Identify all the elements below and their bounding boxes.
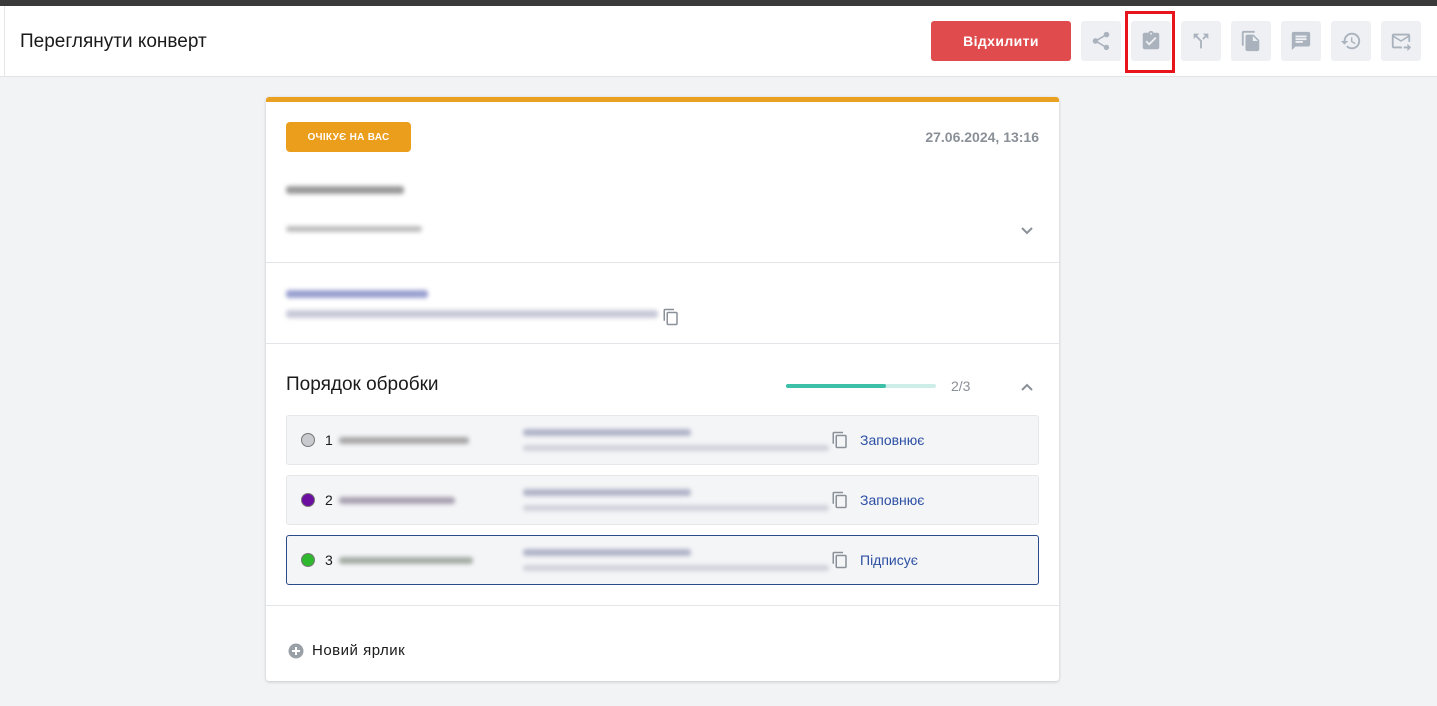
app-header: Переглянути конверт Відхилити xyxy=(0,6,1437,77)
step-role-link[interactable]: Заповнює xyxy=(860,432,924,448)
copy-step-button[interactable] xyxy=(831,551,849,569)
copy-document-button[interactable] xyxy=(1231,21,1271,61)
header-divider xyxy=(4,6,5,76)
redacted-participant xyxy=(339,437,469,444)
share-button[interactable] xyxy=(1081,21,1121,61)
redacted-sender xyxy=(286,186,404,194)
redacted-subtitle xyxy=(286,226,422,232)
step-status-dot xyxy=(301,433,315,447)
step-number: 2 xyxy=(325,492,333,508)
copy-icon xyxy=(663,308,678,326)
forward-email-icon xyxy=(1391,33,1412,52)
new-label-text: Новий ярлик xyxy=(312,642,406,659)
history-button[interactable] xyxy=(1331,21,1371,61)
collapse-workflow-button[interactable] xyxy=(1020,380,1034,394)
share-icon xyxy=(1092,31,1110,51)
step-number: 3 xyxy=(325,552,333,568)
workflow-title: Порядок обробки xyxy=(286,374,439,395)
forward-email-button[interactable] xyxy=(1381,21,1421,61)
copy-id-button[interactable] xyxy=(662,308,680,326)
redacted-email xyxy=(523,549,691,556)
redacted-document-id xyxy=(286,310,658,318)
workflow-progress-text: 2/3 xyxy=(951,378,971,394)
redacted-email xyxy=(523,429,691,436)
redacted-email xyxy=(523,489,691,496)
route-button[interactable] xyxy=(1181,21,1221,61)
history-icon xyxy=(1340,32,1361,50)
section-divider xyxy=(266,343,1059,344)
workflow-step-row[interactable]: 3 Підписує xyxy=(286,535,1039,585)
copy-step-button[interactable] xyxy=(831,491,849,509)
reject-button[interactable]: Відхилити xyxy=(931,21,1071,61)
expand-details-button[interactable] xyxy=(1020,224,1034,238)
copy-icon xyxy=(832,491,847,509)
comment-icon xyxy=(1291,31,1311,51)
page-title: Переглянути конверт xyxy=(20,31,207,52)
redacted-participant xyxy=(339,557,473,564)
plus-circle-icon xyxy=(288,643,304,659)
status-badge: ОЧІКУЄ НА ВАС xyxy=(286,122,411,152)
step-number: 1 xyxy=(325,432,333,448)
step-status-dot xyxy=(301,493,315,507)
new-label-button[interactable]: Новий ярлик xyxy=(288,642,405,659)
workflow-progress-fill xyxy=(786,384,887,388)
redacted-participant xyxy=(339,497,455,504)
comment-button[interactable] xyxy=(1281,21,1321,61)
highlight-annotation xyxy=(1125,11,1175,73)
fork-icon xyxy=(1193,33,1209,49)
copy-step-button[interactable] xyxy=(831,431,849,449)
redacted-company xyxy=(523,445,829,451)
envelope-date: 27.06.2024, 13:16 xyxy=(925,129,1039,145)
workflow-step-row[interactable]: 1 Заповнює xyxy=(286,415,1039,465)
chevron-up-icon xyxy=(1021,383,1033,391)
step-status-dot xyxy=(301,553,315,567)
workflow-step-row[interactable]: 2 Заповнює xyxy=(286,475,1039,525)
step-role-link[interactable]: Заповнює xyxy=(860,492,924,508)
copy-document-icon xyxy=(1241,30,1260,52)
envelope-card: ОЧІКУЄ НА ВАС 27.06.2024, 13:16 Порядок … xyxy=(266,97,1059,681)
copy-icon xyxy=(832,431,847,449)
redacted-company xyxy=(523,565,829,571)
chevron-down-icon xyxy=(1021,227,1033,235)
step-role-link[interactable]: Підписує xyxy=(860,552,918,568)
section-divider xyxy=(266,605,1059,606)
section-divider xyxy=(266,262,1059,263)
copy-icon xyxy=(832,551,847,569)
workflow-progress-bar xyxy=(786,384,936,388)
redacted-company xyxy=(523,505,829,511)
redacted-document-name xyxy=(286,290,428,298)
